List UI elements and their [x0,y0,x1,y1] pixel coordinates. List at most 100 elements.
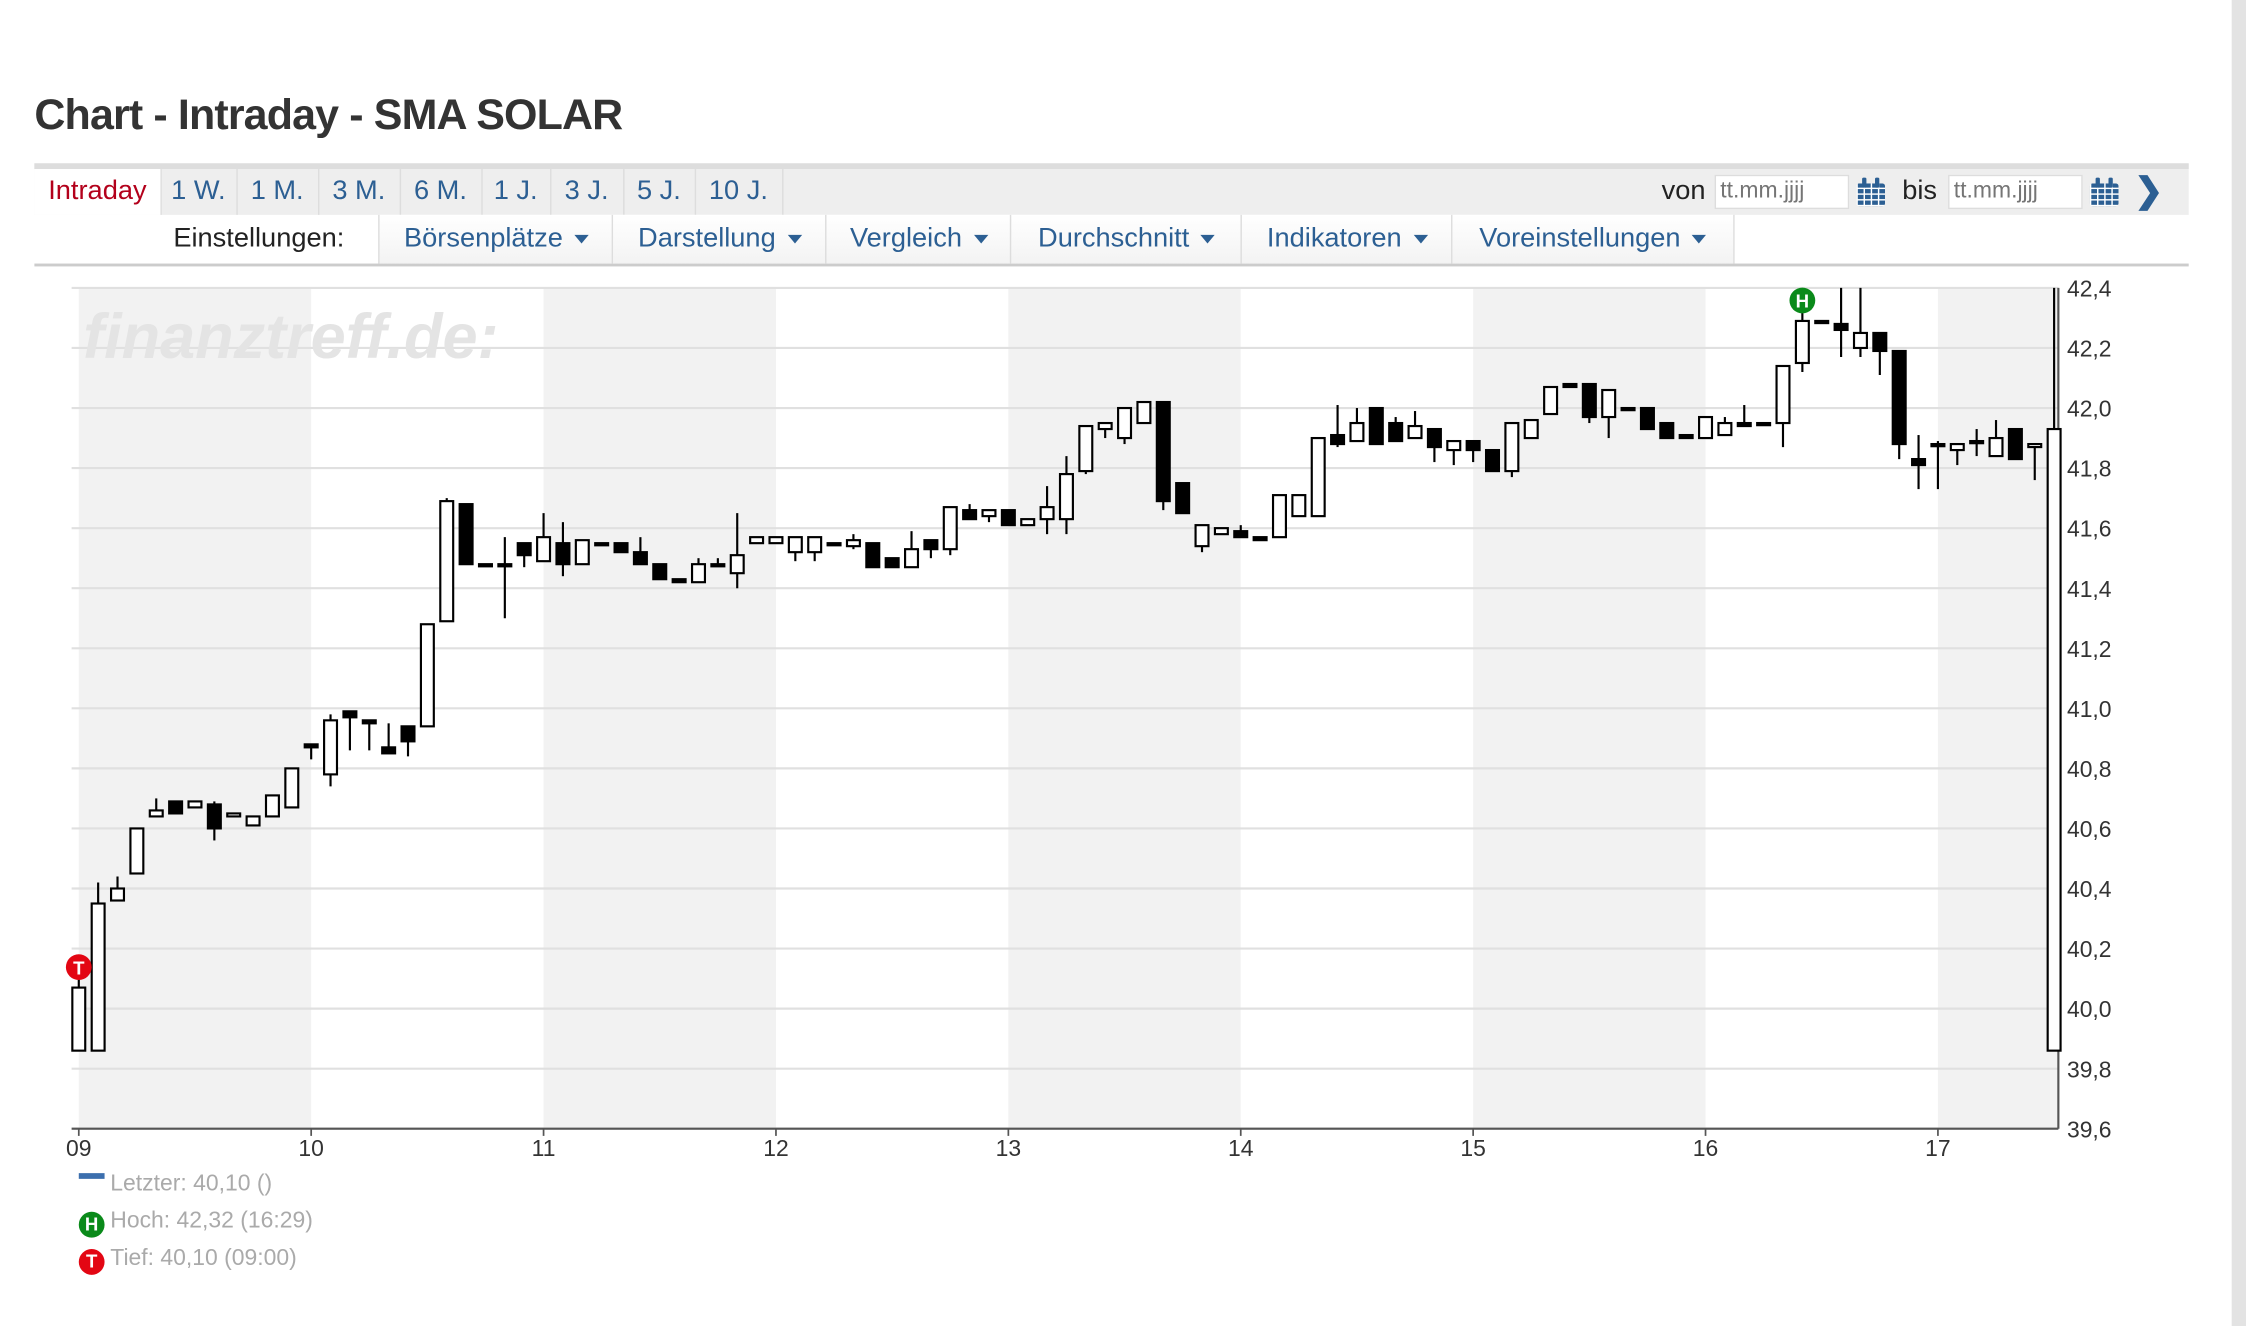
y-tick-label: 40,8 [2067,756,2112,782]
candle-body-up [944,507,957,549]
candle-body-up [537,537,550,561]
candle-body-up [227,813,240,816]
candle-body-down [1912,459,1925,465]
candle-body-up [1544,387,1557,414]
candle [266,795,279,816]
candle [886,558,899,567]
candle-body-up [1312,438,1325,516]
candle-body-up [1718,423,1731,435]
candle [1486,450,1499,471]
candle-body-up [479,564,492,566]
y-tick-label: 41,2 [2067,636,2112,662]
candle-body-up [1777,366,1790,423]
candle-body-up [1273,495,1286,537]
candle-body-up [130,828,143,873]
y-tick-label: 41,0 [2067,696,2112,722]
x-tick-label: 12 [763,1135,788,1161]
candle [847,534,860,549]
candle-body-down [2009,429,2022,459]
candle-body-down [1157,402,1170,501]
candle [1854,288,1867,357]
last-line-icon [79,1173,105,1179]
candle-body-down [615,543,628,552]
candle [1137,402,1150,423]
candle [1544,387,1557,414]
candle-body-down [402,726,415,741]
candle [363,720,376,750]
candle [189,801,202,807]
candle-body-up [1409,426,1422,438]
x-tick-label: 13 [996,1135,1021,1161]
candle [324,714,337,786]
candle-body-down [634,552,647,564]
candle-body-up [1137,402,1150,423]
candle [1660,423,1673,438]
candle-body-down [1176,483,1189,513]
candle-body-down [866,543,879,567]
y-tick-label: 41,6 [2067,516,2112,542]
candle [808,537,821,561]
candlestick-chart: finanztreff.de: 42,442,242,041,841,641,4… [0,0,2246,1326]
candle-body-down [518,543,531,555]
watermark: finanztreff.de: [83,302,498,372]
y-tick-label: 42,0 [2067,396,2112,422]
candle [247,816,260,825]
candle-body-down [1428,429,1441,447]
candle [1699,417,1712,438]
candle [1815,321,1828,323]
candle [1622,408,1635,410]
candle [615,543,628,552]
candle [1350,408,1363,441]
candle-body-up [731,555,744,573]
candle-body-up [92,904,105,1051]
candle [421,624,434,726]
candle-body-down [653,564,666,579]
candle [1273,495,1286,537]
candle [518,543,531,567]
y-tick-label: 41,4 [2067,576,2112,602]
candle [924,540,937,558]
candle [1873,333,1886,375]
candle [1176,483,1189,513]
candle [2009,429,2022,459]
candle-body-up [150,810,163,816]
y-tick-label: 40,4 [2067,876,2112,902]
candle-body-down [208,804,221,828]
candle-body-up [1292,495,1305,516]
candle-body-down [1002,510,1015,525]
y-tick-label: 42,4 [2067,276,2112,302]
candle-body-down [1680,435,1693,438]
candle-body-up [750,537,763,543]
candle [576,540,589,564]
candle-body-up [1447,441,1460,450]
candle-body-up [2028,444,2041,447]
y-tick-label: 39,8 [2067,1056,2112,1082]
candle-body-up [189,801,202,807]
candle-body-up [1525,420,1538,438]
candle [1564,384,1577,387]
candle [905,531,918,567]
candle-body-down [1873,333,1886,351]
candle [1583,384,1596,423]
candle [1409,411,1422,438]
candle-body-down [1467,441,1480,450]
candle [1002,510,1015,525]
candle [1312,438,1325,516]
candle-body-down [1738,423,1751,426]
candle-body-up [770,537,783,543]
candle-body-up [595,543,608,545]
candle-body-down [1389,423,1402,441]
candle [1757,423,1770,425]
x-tick-label: 10 [298,1135,323,1161]
candle-body-up [421,624,434,726]
candle-body-up [1990,438,2003,456]
candle [789,537,802,561]
candle-body-up [498,564,511,566]
candle [1718,417,1731,435]
candle [963,504,976,519]
candle [1428,429,1441,462]
candle-body-up [247,816,260,825]
candle-body-down [305,744,318,747]
candle [1021,519,1034,525]
candle-body-up [905,549,918,567]
